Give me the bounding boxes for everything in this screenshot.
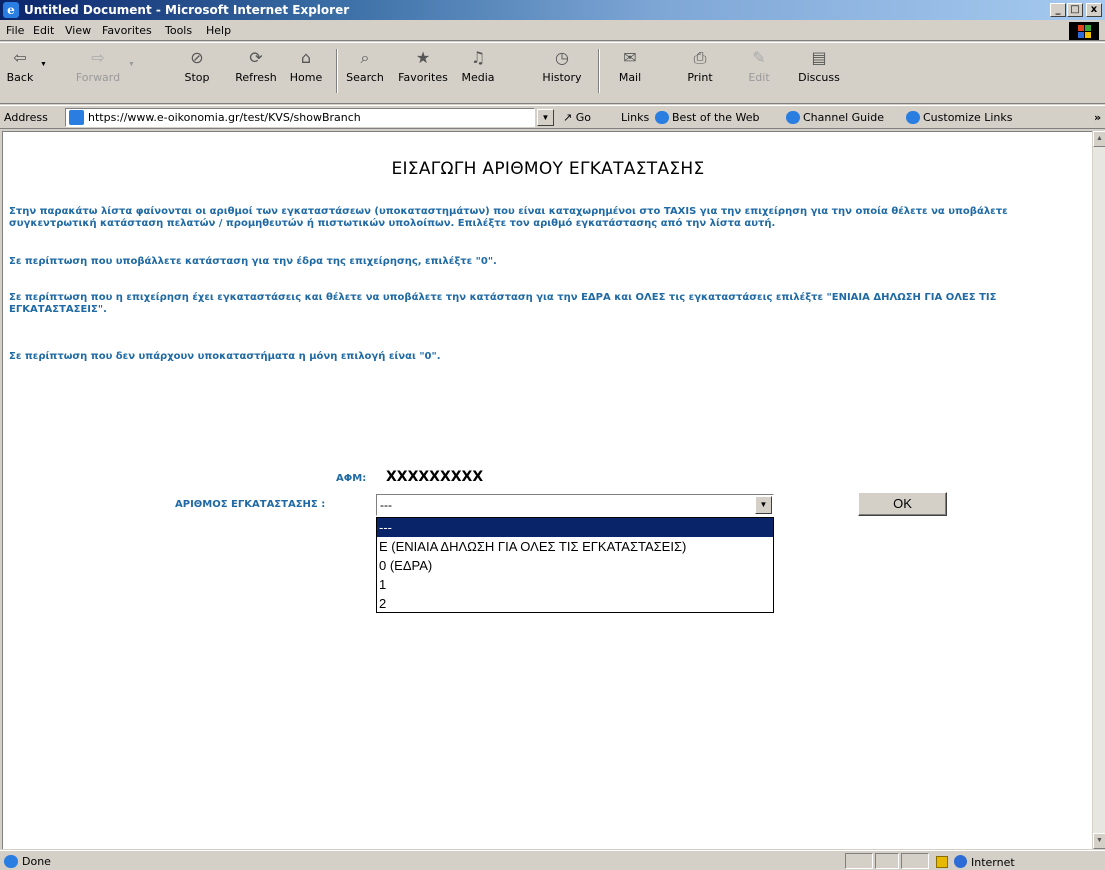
address-input[interactable]: https://www.e-oikonomia.gr/test/KVS/show…	[65, 108, 535, 127]
media-button[interactable]: ♫ Media	[458, 47, 498, 84]
globe-icon	[954, 855, 967, 868]
standard-toolbar: ⇦ Back ▼ ⇨ Forward ▼ ⊘ Stop ⟳ Refresh ⌂ Home …	[0, 42, 1105, 104]
dropdown-option[interactable]: ---	[377, 518, 773, 537]
ie-page-icon	[4, 855, 18, 868]
status-panel	[845, 853, 873, 869]
search-button[interactable]: ⌕ Search	[342, 47, 388, 84]
refresh-icon: ⟳	[249, 48, 263, 67]
instruction-paragraph: Στην παρακάτω λίστα φαίνονται οι αριθμοί…	[9, 206, 1008, 229]
branch-number-label: ΑΡΙΘΜΟΣ ΕΓΚΑΤΑΣΤΑΣΗΣ :	[175, 499, 326, 510]
status-panel	[875, 853, 899, 869]
links-overflow-chevron[interactable]: »	[1094, 111, 1101, 124]
menu-favorites[interactable]: Favorites	[102, 24, 152, 37]
afm-value: XXXXXXXXX	[386, 469, 484, 485]
link-channel-guide[interactable]: Channel Guide	[786, 111, 884, 124]
menu-view[interactable]: View	[65, 24, 91, 37]
go-arrow-icon: ↗	[563, 111, 573, 124]
branch-number-select[interactable]: --- ▼	[376, 494, 774, 516]
back-dropdown-icon[interactable]: ▼	[40, 61, 47, 68]
page-content: ΕΙΣΑΓΩΓΗ ΑΡΙΘΜΟΥ ΕΓΚΑΤΑΣΤΑΣΗΣ Στην παρακ…	[2, 131, 1092, 849]
stop-icon: ⊘	[190, 48, 204, 67]
menu-bar: File Edit View Favorites Tools Help	[0, 21, 1105, 41]
ie-link-icon	[906, 111, 920, 124]
dropdown-option[interactable]: 1	[377, 575, 773, 594]
minimize-button[interactable]: _	[1050, 3, 1066, 17]
history-icon: ◷	[555, 48, 569, 67]
toolbar-separator	[598, 49, 600, 93]
ok-button[interactable]: OK	[858, 492, 947, 516]
discuss-icon: ▤	[811, 48, 827, 67]
ie-logo-icon: e	[3, 2, 19, 18]
security-zone: Internet	[936, 855, 1015, 869]
status-panel	[901, 853, 929, 869]
title-bar: e Untitled Document - Microsoft Internet…	[0, 0, 1105, 20]
instruction-paragraph: Σε περίπτωση που δεν υπάρχουν υποκαταστή…	[9, 351, 441, 362]
scroll-up-icon[interactable]: ▲	[1093, 131, 1105, 147]
forward-arrow-icon: ⇨	[91, 48, 105, 67]
toolbar-separator	[336, 49, 338, 93]
edit-button[interactable]: ✎ Edit	[744, 47, 774, 84]
stop-button[interactable]: ⊘ Stop	[180, 47, 214, 84]
mail-icon: ✉	[623, 48, 637, 67]
search-icon: ⌕	[360, 48, 370, 67]
ie-link-icon	[655, 111, 669, 124]
favorites-button[interactable]: ★ Favorites	[392, 47, 454, 84]
close-button[interactable]: x	[1086, 3, 1102, 17]
dropdown-option[interactable]: 2	[377, 594, 773, 613]
windows-logo-icon	[1069, 22, 1099, 40]
address-bar: Address https://www.e-oikonomia.gr/test/…	[0, 105, 1105, 129]
status-text: Done	[4, 855, 51, 868]
window-title: Untitled Document - Microsoft Internet E…	[24, 3, 350, 17]
home-icon: ⌂	[300, 48, 312, 67]
branch-selected-value: ---	[380, 498, 392, 512]
forward-button[interactable]: ⇨ Forward	[72, 47, 124, 84]
address-dropdown-button[interactable]: ▼	[537, 109, 554, 126]
instruction-paragraph: Σε περίπτωση που η επιχείρηση έχει εγκατ…	[9, 292, 997, 315]
dropdown-option[interactable]: 0 (ΕΔΡΑ)	[377, 556, 773, 575]
mail-button[interactable]: ✉ Mail	[610, 47, 650, 84]
print-button[interactable]: ⎙ Print	[680, 47, 720, 84]
link-best-of-the-web[interactable]: Best of the Web	[655, 111, 759, 124]
branch-number-dropdown-list: --- Ε (ΕΝΙΑΙΑ ΔΗΛΩΣΗ ΓΙΑ ΟΛΕΣ ΤΙΣ ΕΓΚΑΤΑ…	[376, 517, 774, 613]
vertical-scrollbar[interactable]: ▲ ▼	[1092, 131, 1105, 849]
page-icon	[69, 110, 84, 125]
dropdown-option[interactable]: Ε (ΕΝΙΑΙΑ ΔΗΛΩΣΗ ΓΙΑ ΟΛΕΣ ΤΙΣ ΕΓΚΑΤΑΣΤΑΣ…	[377, 537, 773, 556]
printer-icon: ⎙	[693, 48, 707, 67]
media-icon: ♫	[470, 48, 486, 67]
instruction-paragraph: Σε περίπτωση που υποβάλλετε κατάσταση γι…	[9, 256, 497, 267]
ie-link-icon	[786, 111, 800, 124]
address-url: https://www.e-oikonomia.gr/test/KVS/show…	[88, 111, 361, 124]
browser-window: e Untitled Document - Microsoft Internet…	[0, 0, 1105, 870]
back-arrow-icon: ⇦	[13, 48, 27, 67]
discuss-button[interactable]: ▤ Discuss	[792, 47, 846, 84]
menu-help[interactable]: Help	[206, 24, 231, 37]
link-customize-links[interactable]: Customize Links	[906, 111, 1013, 124]
menu-file[interactable]: File	[6, 24, 24, 37]
go-button[interactable]: ↗ Go	[563, 111, 591, 124]
refresh-button[interactable]: ⟳ Refresh	[232, 47, 280, 84]
status-bar: Done Internet	[0, 850, 1105, 870]
scroll-down-icon[interactable]: ▼	[1093, 833, 1105, 849]
menu-edit[interactable]: Edit	[33, 24, 54, 37]
favorites-icon: ★	[415, 48, 431, 67]
menu-tools[interactable]: Tools	[165, 24, 192, 37]
links-label: Links	[621, 111, 650, 124]
history-button[interactable]: ◷ History	[538, 47, 586, 84]
home-button[interactable]: ⌂ Home	[286, 47, 326, 84]
page-title: ΕΙΣΑΓΩΓΗ ΑΡΙΘΜΟΥ ΕΓΚΑΤΑΣΤΑΣΗΣ	[391, 159, 705, 179]
edit-icon: ✎	[752, 48, 766, 67]
back-button[interactable]: ⇦ Back	[4, 47, 36, 84]
chevron-down-icon[interactable]: ▼	[755, 496, 772, 514]
lock-icon	[936, 856, 948, 868]
forward-dropdown-icon[interactable]: ▼	[128, 61, 135, 68]
maximize-button[interactable]: □	[1067, 3, 1083, 17]
afm-label: ΑΦΜ:	[336, 473, 367, 484]
address-label: Address	[4, 111, 48, 124]
